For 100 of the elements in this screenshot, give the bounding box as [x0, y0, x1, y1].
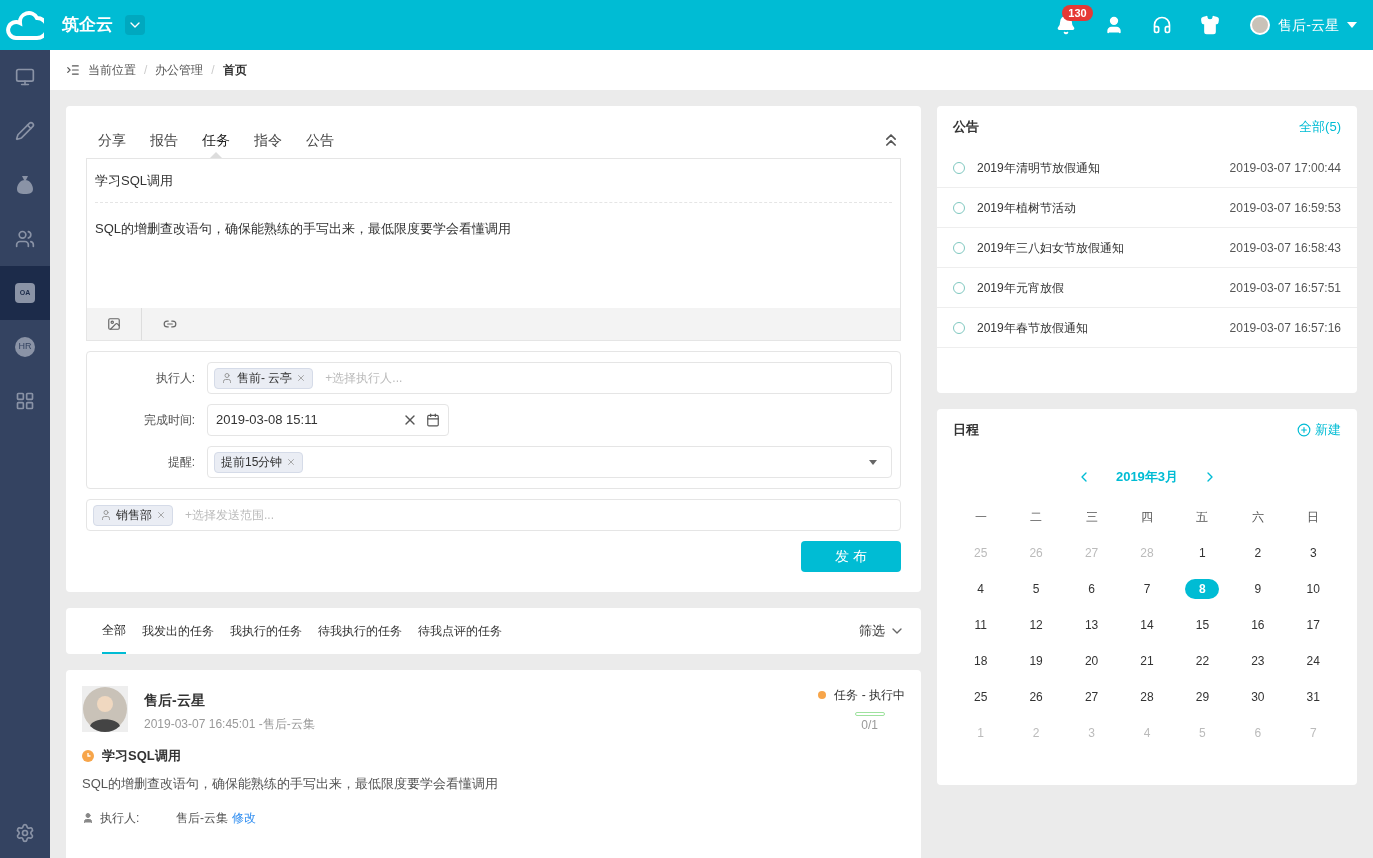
cloud-logo-icon	[6, 10, 44, 40]
card-title: 日程	[953, 421, 979, 440]
calendar-day[interactable]: 30	[1240, 686, 1275, 707]
grid-icon	[15, 391, 35, 411]
calendar-day[interactable]: 3	[1296, 542, 1331, 563]
task-tab[interactable]: 待我执行的任务	[318, 608, 402, 654]
link-icon	[162, 317, 177, 331]
executor-placeholder: +选择执行人...	[325, 370, 403, 387]
weekday-label: 二	[1029, 508, 1044, 526]
remove-icon[interactable]	[296, 373, 307, 383]
notice-row[interactable]: 2019年三八妇女节放假通知 2019-03-07 16:58:43	[937, 228, 1357, 268]
calendar-day[interactable]: 19	[1019, 650, 1054, 671]
calendar-day[interactable]: 10	[1296, 578, 1331, 599]
edit-link[interactable]: 修改	[232, 809, 256, 827]
calendar-day[interactable]: 15	[1185, 614, 1220, 635]
executor-name: 售后-云集	[176, 810, 228, 827]
title-field[interactable]: 学习SQL调用	[95, 159, 892, 203]
calendar-icon[interactable]	[426, 413, 440, 427]
calendar-day[interactable]: 29	[1185, 686, 1220, 707]
composer-tab[interactable]: 指令	[254, 122, 282, 158]
calendar-day[interactable]: 1	[1185, 542, 1220, 563]
executor-field[interactable]: 售前- 云亭 +选择执行人...	[207, 362, 892, 394]
calendar-day[interactable]: 2	[1240, 542, 1275, 563]
app-dropdown[interactable]	[125, 15, 145, 35]
calendar-day[interactable]: 5	[1019, 578, 1054, 599]
caret-icon	[1347, 22, 1357, 28]
breadcrumb-item: 首页	[222, 62, 247, 79]
remove-icon[interactable]	[156, 510, 166, 520]
date-field[interactable]: 2019-03-08 15:11	[207, 404, 449, 436]
composer-tab[interactable]: 分享	[98, 122, 126, 158]
notice-time: 2019-03-07 16:59:53	[1229, 199, 1341, 217]
calendar-day[interactable]: 18	[963, 650, 998, 671]
calendar-day[interactable]: 6	[1074, 578, 1109, 599]
calendar-day[interactable]: 17	[1296, 614, 1331, 635]
notice-row[interactable]: 2019年春节放假通知 2019-03-07 16:57:16	[937, 308, 1357, 348]
calendar-day[interactable]: 21	[1130, 650, 1164, 671]
calendar-day[interactable]: 7	[1130, 578, 1164, 599]
calendar-day[interactable]: 23	[1240, 650, 1275, 671]
calendar-day[interactable]: 12	[1019, 614, 1054, 635]
headset-icon	[1152, 15, 1173, 35]
breadcrumb-separator: /	[144, 62, 148, 79]
composer-tab[interactable]: 任务	[202, 122, 230, 158]
task-tab[interactable]: 我执行的任务	[230, 608, 302, 654]
monitor-icon	[15, 67, 35, 87]
calendar-day[interactable]: 14	[1130, 614, 1164, 635]
notification-button[interactable]: 130	[1042, 0, 1091, 50]
calendar-day[interactable]: 27	[1074, 686, 1109, 707]
scope-field[interactable]: 销售部 +选择发送范围...	[86, 499, 901, 531]
notice-title: 2019年春节放假通知	[977, 319, 1089, 337]
task-tab[interactable]: 全部	[102, 608, 126, 654]
task-tab[interactable]: 待我点评的任务	[418, 608, 502, 654]
calendar-day[interactable]: 28	[1130, 686, 1164, 707]
notice-row[interactable]: 2019年清明节放假通知 2019-03-07 17:00:44	[937, 148, 1357, 188]
body-field[interactable]: SQL的增删查改语句，确保能熟练的手写出来，最低限度要学会看懂调用	[87, 203, 900, 308]
breadcrumb-item[interactable]: 当前位置	[88, 61, 136, 79]
clock-icon	[82, 749, 94, 762]
person-icon	[82, 812, 94, 824]
person-icon	[221, 372, 233, 384]
calendar-day[interactable]: 31	[1296, 686, 1331, 707]
notification-badge: 130	[1062, 5, 1093, 21]
weekday-label: 三	[1084, 508, 1099, 526]
weekday-label: 六	[1250, 508, 1265, 526]
composer-tab[interactable]: 报告	[150, 122, 178, 158]
calendar-day[interactable]: 4	[963, 578, 998, 599]
notice-time: 2019-03-07 16:57:51	[1229, 279, 1341, 297]
month-label: 2019年3月	[1115, 468, 1179, 486]
tag-label: 提前15分钟	[221, 454, 283, 471]
composer-tab[interactable]: 公告	[306, 122, 334, 158]
notice-row[interactable]: 2019年植树节活动 2019-03-07 16:59:53	[937, 188, 1357, 228]
calendar-day[interactable]: 13	[1074, 614, 1109, 635]
app-name: 筑企云	[62, 14, 113, 37]
calendar-day[interactable]: 26	[1019, 686, 1054, 707]
weekday-label: 日	[1306, 508, 1321, 526]
executor-label: 执行人:	[100, 810, 141, 827]
caret-icon	[869, 459, 877, 465]
shirt-icon	[1200, 15, 1221, 35]
remove-icon[interactable]	[286, 457, 297, 467]
breadcrumb-item[interactable]: 办公管理	[155, 61, 204, 79]
calendar-day[interactable]: 24	[1296, 650, 1331, 671]
filter-button[interactable]: 筛选	[859, 621, 905, 641]
author-name: 售后-云星	[144, 691, 206, 710]
image-icon	[107, 317, 121, 331]
status-label: 任务 - 执行中	[834, 687, 905, 704]
calendar-day[interactable]: 11	[963, 614, 998, 635]
person-icon	[100, 509, 112, 521]
calendar-day[interactable]: 22	[1185, 650, 1220, 671]
tag-label: 售前- 云亭	[237, 370, 293, 387]
calendar-day[interactable]: 20	[1074, 650, 1109, 671]
calendar-day[interactable]: 25	[963, 686, 998, 707]
notice-row[interactable]: 2019年元宵放假 2019-03-07 16:57:51	[937, 268, 1357, 308]
avatar	[82, 686, 128, 732]
post-meta: 2019-03-07 16:45:01 -售后-云集	[144, 716, 315, 733]
calendar-day[interactable]: 16	[1240, 614, 1275, 635]
breadcrumb-separator: /	[211, 62, 215, 79]
calendar-day[interactable]: 9	[1240, 578, 1275, 599]
field-label: 提醒:	[166, 454, 196, 471]
notice-time: 2019-03-07 16:58:43	[1229, 239, 1341, 257]
reminder-select[interactable]: 提前15分钟	[207, 446, 892, 478]
notice-title: 2019年三八妇女节放假通知	[977, 239, 1125, 257]
task-tab[interactable]: 我发出的任务	[142, 608, 214, 654]
